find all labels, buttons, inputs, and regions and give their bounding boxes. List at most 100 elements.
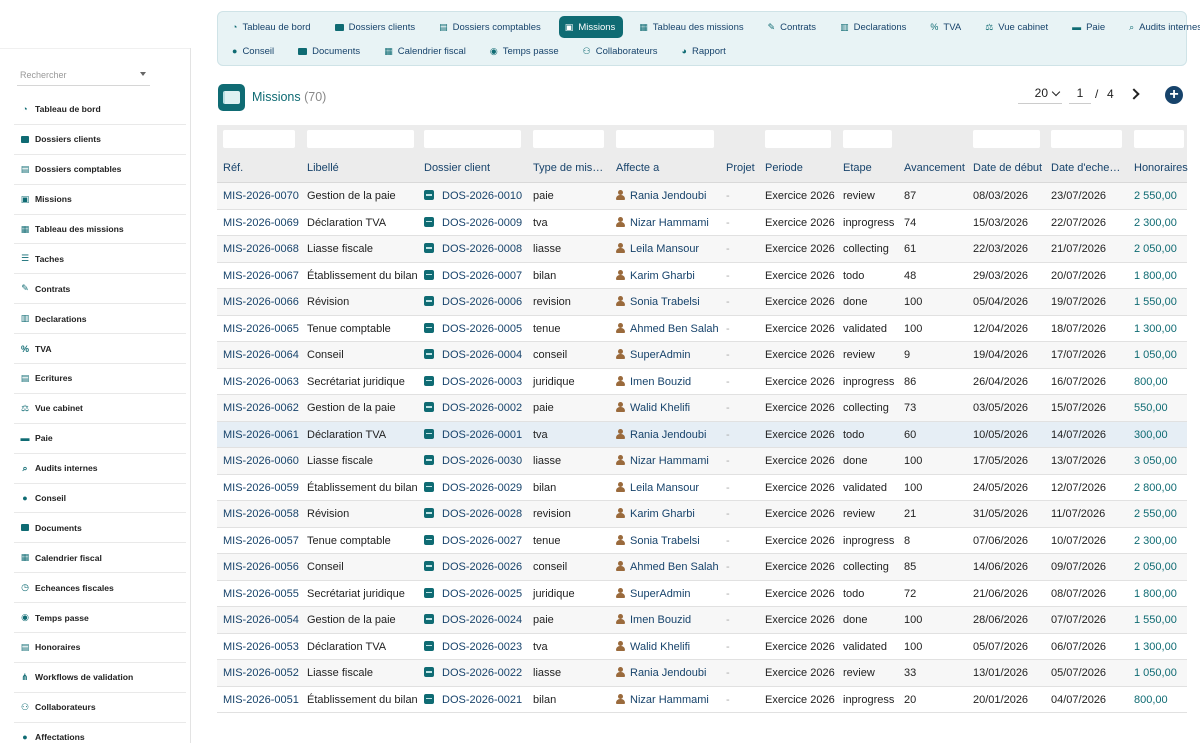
- mission-ref-link[interactable]: MIS-2026-0067: [223, 270, 299, 282]
- column-header[interactable]: Date de début: [973, 162, 1042, 174]
- table-row[interactable]: MIS-2026-0055 Secrétariat juridique DOS-20…: [217, 581, 1187, 607]
- client-folder-link[interactable]: DOS-2026-0010: [424, 190, 522, 202]
- column-filter-input[interactable]: [765, 130, 831, 148]
- tab-vue-cabinet[interactable]: ⚖ Vue cabinet: [979, 16, 1056, 38]
- tab-audits-internes[interactable]: ⌕ Audits internes: [1123, 16, 1200, 38]
- column-header[interactable]: Réf.: [223, 162, 243, 174]
- table-row[interactable]: MIS-2026-0063 Secrétariat juridique DOS-20…: [217, 369, 1187, 395]
- sidebar-item-ecritures[interactable]: ▤ Ecritures: [14, 364, 186, 394]
- column-filter-input[interactable]: [424, 130, 521, 148]
- table-row[interactable]: MIS-2026-0069 Déclaration TVA DOS-2026-000…: [217, 210, 1187, 236]
- assignee-link[interactable]: Walid Khelifi: [616, 402, 690, 414]
- client-folder-link[interactable]: DOS-2026-0001: [424, 428, 522, 441]
- add-mission-button[interactable]: +: [1165, 86, 1183, 104]
- mission-ref-link[interactable]: MIS-2026-0054: [223, 614, 299, 626]
- column-filter-input[interactable]: [843, 130, 892, 148]
- mission-ref-link[interactable]: MIS-2026-0058: [223, 508, 299, 520]
- mission-ref-link[interactable]: MIS-2026-0070: [223, 190, 299, 202]
- column-filter-input[interactable]: [307, 130, 414, 148]
- sidebar-item-contrats[interactable]: ✎ Contrats: [14, 274, 186, 305]
- client-folder-link[interactable]: DOS-2026-0009: [424, 216, 522, 229]
- table-row[interactable]: MIS-2026-0054 Gestion de la paie DOS-2026-…: [217, 607, 1187, 634]
- assignee-link[interactable]: Nizar Hammami: [616, 455, 709, 467]
- assignee-link[interactable]: Ahmed Ben Salah: [616, 561, 719, 573]
- column-header[interactable]: Libellé: [307, 162, 339, 174]
- mission-ref-link[interactable]: MIS-2026-0056: [223, 561, 299, 573]
- tab-temps-passe[interactable]: ◉ Temps passe: [484, 40, 567, 62]
- mission-ref-link[interactable]: MIS-2026-0063: [223, 376, 299, 388]
- table-row[interactable]: MIS-2026-0053 Déclaration TVA DOS-2026-002…: [217, 634, 1187, 660]
- tab-tableau-des-missions[interactable]: ▦ Tableau des missions: [633, 16, 751, 38]
- client-folder-link[interactable]: DOS-2026-0021: [424, 693, 522, 706]
- sidebar-item-temps-passe[interactable]: ◉ Temps passe: [14, 603, 186, 634]
- mission-ref-link[interactable]: MIS-2026-0053: [223, 641, 299, 653]
- client-folder-link[interactable]: DOS-2026-0005: [424, 322, 522, 335]
- sidebar-item-documents[interactable]: Documents: [14, 513, 186, 544]
- assignee-link[interactable]: Ahmed Ben Salah: [616, 322, 719, 335]
- client-folder-link[interactable]: DOS-2026-0007: [424, 269, 522, 282]
- column-header[interactable]: Type de mis…: [533, 162, 603, 174]
- client-folder-link[interactable]: DOS-2026-0028: [424, 508, 522, 520]
- sidebar-item-honoraires[interactable]: ▤ Honoraires: [14, 633, 186, 663]
- tab-tva[interactable]: % TVA: [924, 16, 969, 38]
- mission-ref-link[interactable]: MIS-2026-0052: [223, 667, 299, 679]
- assignee-link[interactable]: Karim Gharbi: [616, 269, 695, 282]
- client-folder-link[interactable]: DOS-2026-0026: [424, 561, 522, 573]
- assignee-link[interactable]: Nizar Hammami: [616, 693, 709, 706]
- table-row[interactable]: MIS-2026-0056 Conseil DOS-2026-0026 conseil…: [217, 554, 1187, 581]
- sidebar-item-echeances-fiscales[interactable]: ◷ Echeances fiscales: [14, 573, 186, 604]
- tab-conseil[interactable]: ● Conseil: [226, 40, 282, 62]
- client-folder-link[interactable]: DOS-2026-0008: [424, 243, 522, 255]
- table-row[interactable]: MIS-2026-0070 Gestion de la paie DOS-2026-…: [217, 183, 1187, 210]
- mission-ref-link[interactable]: MIS-2026-0057: [223, 535, 299, 547]
- assignee-link[interactable]: Imen Bouzid: [616, 614, 691, 626]
- column-header[interactable]: Projet: [726, 162, 755, 174]
- assignee-link[interactable]: Nizar Hammami: [616, 216, 709, 229]
- table-row[interactable]: MIS-2026-0051 Établissement du bilan DOS-2…: [217, 687, 1187, 713]
- column-filter-input[interactable]: [223, 130, 295, 148]
- assignee-link[interactable]: SuperAdmin: [616, 587, 691, 600]
- sidebar-item-audits-internes[interactable]: ⌕ Audits internes: [14, 454, 186, 484]
- tab-collaborateurs[interactable]: ⚇ Collaborateurs: [577, 40, 666, 62]
- sidebar-item-declarations[interactable]: ▥ Declarations: [14, 304, 186, 335]
- sidebar-item-affectations[interactable]: ● Affectations: [14, 723, 186, 743]
- sidebar-item-collaborateurs[interactable]: ⚇ Collaborateurs: [14, 693, 186, 723]
- mission-ref-link[interactable]: MIS-2026-0068: [223, 243, 299, 255]
- sidebar-item-workflows-de-validation[interactable]: ⋔ Workflows de validation: [14, 663, 186, 693]
- table-row[interactable]: MIS-2026-0067 Établissement du bilan DOS-2…: [217, 263, 1187, 289]
- client-folder-link[interactable]: DOS-2026-0024: [424, 614, 522, 626]
- assignee-link[interactable]: Leila Mansour: [616, 243, 699, 255]
- column-header[interactable]: Etape: [843, 162, 872, 174]
- column-filter-input[interactable]: [616, 130, 714, 148]
- sidebar-item-conseil[interactable]: ● Conseil: [14, 484, 186, 514]
- tab-dossiers-clients[interactable]: Dossiers clients: [329, 16, 424, 38]
- mission-ref-link[interactable]: MIS-2026-0062: [223, 402, 299, 414]
- tab-tableau-de-bord[interactable]: ◔ Tableau de bord: [226, 16, 319, 38]
- sidebar-item-taches[interactable]: ☰ Taches: [14, 244, 186, 275]
- assignee-link[interactable]: Imen Bouzid: [616, 375, 691, 388]
- client-folder-link[interactable]: DOS-2026-0029: [424, 481, 522, 494]
- mission-ref-link[interactable]: MIS-2026-0051: [223, 694, 299, 706]
- client-folder-link[interactable]: DOS-2026-0002: [424, 402, 522, 414]
- column-filter-input[interactable]: [533, 130, 604, 148]
- mission-ref-link[interactable]: MIS-2026-0060: [223, 455, 299, 467]
- mission-ref-link[interactable]: MIS-2026-0064: [223, 349, 299, 361]
- sidebar-item-missions[interactable]: ▣ Missions: [14, 185, 186, 215]
- search-input[interactable]: Rechercher: [17, 66, 150, 86]
- column-header[interactable]: Affecte a: [616, 162, 659, 174]
- next-page-button[interactable]: [1127, 86, 1142, 102]
- tab-rapport[interactable]: ◕ Rapport: [676, 40, 734, 62]
- assignee-link[interactable]: SuperAdmin: [616, 349, 691, 361]
- sidebar-item-paie[interactable]: ▬ Paie: [14, 424, 186, 454]
- column-filter-input[interactable]: [1051, 130, 1122, 148]
- table-row[interactable]: MIS-2026-0058 Révision DOS-2026-0028 revisi…: [217, 501, 1187, 528]
- column-header[interactable]: Periode: [765, 162, 803, 174]
- tab-contrats[interactable]: ✎ Contrats: [762, 16, 824, 38]
- table-row[interactable]: MIS-2026-0052 Liasse fiscale DOS-2026-0022…: [217, 660, 1187, 687]
- sidebar-item-tableau-de-bord[interactable]: ◔ Tableau de bord: [14, 95, 186, 125]
- tab-documents[interactable]: Documents: [292, 40, 368, 62]
- table-row[interactable]: MIS-2026-0066 Révision DOS-2026-0006 revisi…: [217, 289, 1187, 316]
- mission-ref-link[interactable]: MIS-2026-0061: [223, 429, 299, 441]
- client-folder-link[interactable]: DOS-2026-0003: [424, 375, 522, 388]
- sidebar-item-tva[interactable]: % TVA: [14, 334, 186, 365]
